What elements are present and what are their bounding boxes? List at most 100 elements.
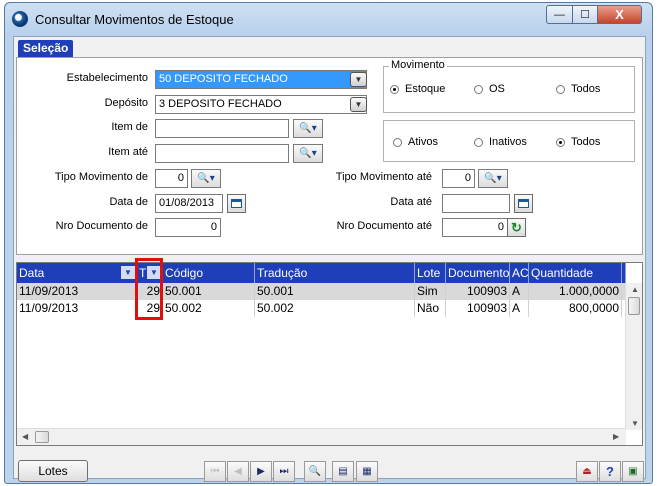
data-de-calendar-icon[interactable]: [227, 194, 246, 213]
item-ate-label: Item até: [108, 146, 148, 158]
radio-ativos-label: Ativos: [408, 136, 438, 148]
main-window: Consultar Movimentos de Estoque — ☐ X Se…: [4, 2, 653, 484]
screen-icon[interactable]: ▣: [622, 461, 644, 482]
column-header-lote[interactable]: Lote: [415, 263, 446, 283]
close-button[interactable]: X: [597, 5, 642, 24]
status-group: Ativos Inativos Todos: [383, 120, 635, 162]
column-header-codigo[interactable]: Código: [163, 263, 255, 283]
horizontal-scroll-thumb[interactable]: [35, 431, 49, 443]
client-area: Seleção Estabelecimento 50 DEPOSITO FECH…: [13, 36, 646, 482]
radio-mov-todos-label: Todos: [571, 83, 601, 95]
radio-os[interactable]: OS: [474, 83, 505, 95]
cell-documento: 100903: [446, 283, 510, 300]
view-details-icon[interactable]: ▤: [332, 461, 354, 482]
cell-quantidade: 1.000,0000: [529, 283, 622, 300]
column-header-quantidade[interactable]: Quantidade: [529, 263, 622, 283]
item-de-label: Item de: [111, 121, 148, 133]
table-row[interactable]: 11/09/2013 29 50.002 50.002 Não 100903 A…: [17, 300, 626, 317]
tab-selecao[interactable]: Seleção: [18, 40, 74, 57]
cell-codigo: 50.002: [163, 300, 255, 317]
movimento-group: Movimento Estoque OS Todos: [383, 59, 635, 113]
data-de-label: Data de: [109, 196, 148, 208]
item-de-input[interactable]: [155, 119, 289, 138]
radio-dot-icon: [556, 137, 565, 147]
vertical-scroll-thumb[interactable]: [628, 297, 640, 315]
go-arrow-icon[interactable]: ↻: [507, 218, 526, 237]
cell-lote: Sim: [415, 283, 446, 300]
column-header-ac[interactable]: AC: [510, 263, 529, 283]
deposito-dropdown-icon[interactable]: ▼: [350, 97, 367, 112]
lotes-button[interactable]: Lotes: [18, 460, 88, 482]
radio-inativos-label: Inativos: [489, 136, 527, 148]
radio-dot-icon: [474, 84, 483, 94]
tipo-mov-de-label: Tipo Movimento de: [54, 171, 148, 183]
export-icon[interactable]: ▦: [356, 461, 378, 482]
nro-doc-ate-input[interactable]: 0: [442, 218, 508, 237]
cell-lote: Não: [415, 300, 446, 317]
cell-ac: A: [510, 300, 529, 317]
sort-down-icon[interactable]: ▼: [121, 266, 135, 279]
highlight-annotation-box: [135, 258, 163, 320]
cell-codigo: 50.001: [163, 283, 255, 300]
radio-os-label: OS: [489, 83, 505, 95]
tipo-mov-ate-input[interactable]: 0: [442, 169, 475, 188]
previous-record-icon[interactable]: ◀: [227, 461, 249, 482]
radio-dot-icon: [474, 137, 483, 147]
vertical-scrollbar[interactable]: ▲ ▼: [625, 283, 642, 430]
scroll-up-icon[interactable]: ▲: [631, 285, 639, 294]
exit-door-icon[interactable]: ⏏: [576, 461, 598, 482]
tipo-mov-de-input[interactable]: 0: [155, 169, 188, 188]
column-header-traducao[interactable]: Tradução: [255, 263, 415, 283]
last-record-icon[interactable]: ⏭: [273, 461, 295, 482]
title-bar[interactable]: Consultar Movimentos de Estoque — ☐ X: [5, 3, 652, 33]
deposito-select[interactable]: 3 DEPOSITO FECHADO: [155, 95, 367, 114]
radio-mov-todos[interactable]: Todos: [556, 83, 600, 95]
next-record-icon[interactable]: ▶: [250, 461, 272, 482]
item-de-search-icon[interactable]: 🔍▾: [293, 119, 323, 138]
cell-ac: A: [510, 283, 529, 300]
radio-dot-icon: [556, 84, 565, 94]
estabelecimento-dropdown-icon[interactable]: ▼: [350, 72, 367, 87]
deposito-label: Depósito: [104, 97, 148, 109]
column-header-documento[interactable]: Documento: [446, 263, 510, 283]
radio-inativos[interactable]: Inativos: [474, 136, 527, 148]
cell-data: 11/09/2013: [17, 300, 137, 317]
radio-status-todos[interactable]: Todos: [556, 136, 600, 148]
search-icon[interactable]: 🔍: [304, 461, 326, 482]
nro-doc-ate-label: Nro Documento até: [336, 220, 432, 232]
radio-status-todos-label: Todos: [571, 136, 601, 148]
nro-doc-de-input[interactable]: 0: [155, 218, 221, 237]
window-title: Consultar Movimentos de Estoque: [35, 12, 234, 27]
radio-estoque[interactable]: Estoque: [390, 83, 445, 95]
selection-panel: Estabelecimento 50 DEPOSITO FECHADO ▼ De…: [16, 57, 643, 255]
minimize-button[interactable]: —: [546, 5, 573, 24]
cell-quantidade: 800,0000: [529, 300, 622, 317]
scroll-down-icon[interactable]: ▼: [631, 419, 639, 428]
first-record-icon[interactable]: ⏮: [204, 461, 226, 482]
help-icon[interactable]: ?: [599, 461, 621, 482]
item-ate-search-icon[interactable]: 🔍▾: [293, 144, 323, 163]
estabelecimento-select[interactable]: 50 DEPOSITO FECHADO: [155, 70, 367, 89]
horizontal-scrollbar[interactable]: ◀ ▶: [17, 428, 626, 445]
tipo-mov-ate-label: Tipo Movimento até: [335, 171, 432, 183]
data-de-input[interactable]: 01/08/2013: [155, 194, 223, 213]
maximize-button[interactable]: ☐: [572, 5, 598, 24]
radio-dot-icon: [393, 137, 402, 147]
radio-ativos[interactable]: Ativos: [393, 136, 438, 148]
data-ate-input[interactable]: [442, 194, 510, 213]
column-header-data[interactable]: Data ▼: [17, 263, 137, 283]
tipo-mov-de-search-icon[interactable]: 🔍▾: [191, 169, 221, 188]
nro-doc-de-label: Nro Documento de: [55, 220, 148, 232]
app-icon: [12, 11, 28, 27]
cell-documento: 100903: [446, 300, 510, 317]
column-header-extra: [622, 263, 626, 283]
movimento-group-title: Movimento: [389, 59, 447, 71]
table-row[interactable]: 11/09/2013 29 50.001 50.001 Sim 100903 A…: [17, 283, 626, 300]
cell-traducao: 50.002: [255, 300, 415, 317]
tipo-mov-ate-search-icon[interactable]: 🔍▾: [478, 169, 508, 188]
scroll-left-icon[interactable]: ◀: [22, 432, 28, 441]
data-ate-calendar-icon[interactable]: [514, 194, 533, 213]
item-ate-input[interactable]: [155, 144, 289, 163]
radio-estoque-label: Estoque: [405, 83, 446, 95]
scroll-right-icon[interactable]: ▶: [613, 432, 619, 441]
